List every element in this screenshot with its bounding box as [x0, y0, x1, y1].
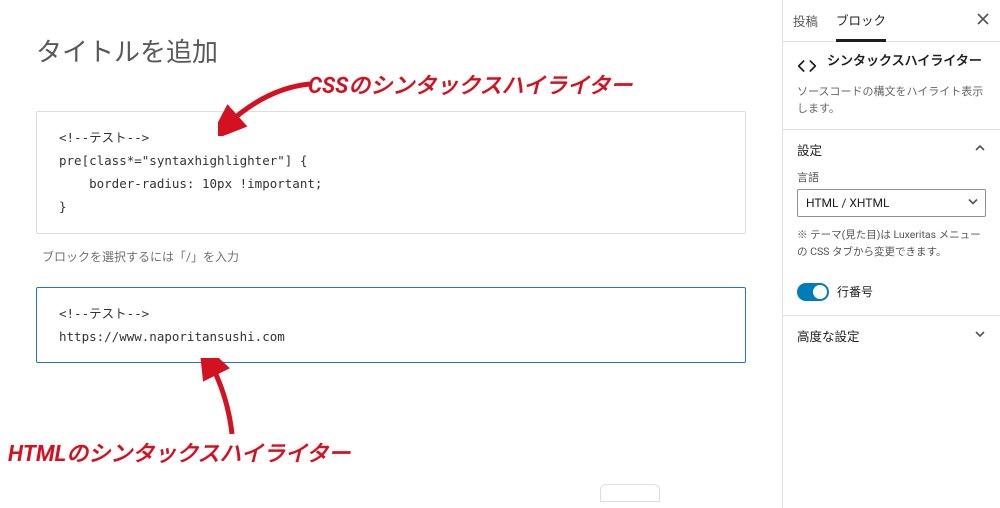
close-icon [976, 12, 990, 26]
language-select[interactable]: HTML / XHTML [797, 189, 986, 217]
code-line: <!--テスト--> [59, 130, 149, 145]
theme-note: ※ テーマ(見た目)は Luxeritas メニューの CSS タブから変更でき… [797, 227, 986, 261]
section-advanced-toggle[interactable]: 高度な設定 [783, 316, 1000, 355]
block-card: シンタックスハイライター [783, 42, 1000, 84]
code-block-css[interactable]: <!--テスト--> pre[class*="syntaxhighlighter… [36, 111, 746, 234]
close-sidebar-button[interactable] [976, 11, 990, 30]
code-line: border-radius: 10px !important; [59, 176, 322, 191]
block-appender-prompt[interactable]: ブロックを選択するには「/」を入力 [42, 248, 746, 265]
line-number-label: 行番号 [837, 283, 873, 300]
code-line: <!--テスト--> [59, 306, 149, 321]
code-line: https://www.naporitansushi.com [59, 329, 285, 344]
bottom-toolbar-stub [600, 484, 660, 502]
code-block-html[interactable]: <!--テスト--> https://www.naporitansushi.co… [36, 287, 746, 363]
section-settings-body: 言語 HTML / XHTML ※ テーマ(見た目)は Luxeritas メニ… [783, 169, 1000, 273]
block-description: ソースコードの構文をハイライト表示します。 [783, 84, 1000, 129]
annotation-html-label: HTMLのシンタックスハイライター [8, 436, 350, 468]
post-title-input[interactable]: タイトルを追加 [36, 32, 746, 69]
editor-canvas: タイトルを追加 <!--テスト--> pre[class*="syntaxhig… [0, 0, 782, 508]
chevron-down-icon [974, 328, 986, 343]
tab-block[interactable]: ブロック [836, 1, 886, 42]
code-line: pre[class*="syntaxhighlighter"] { [59, 153, 307, 168]
annotation-arrow-icon [218, 76, 318, 136]
section-settings-toggle[interactable]: 設定 [783, 130, 1000, 169]
annotation-css-label: CSSのシンタックスハイライター [308, 68, 632, 100]
annotation-arrow-icon [192, 358, 262, 438]
sidebar-tabs: 投稿 ブロック [783, 0, 1000, 42]
chevron-up-icon [974, 142, 986, 157]
language-select-value: HTML / XHTML [806, 196, 889, 210]
language-label: 言語 [797, 169, 986, 185]
section-settings-label: 設定 [797, 140, 822, 159]
line-number-row: 行番号 [783, 273, 1000, 315]
section-advanced-label: 高度な設定 [797, 326, 860, 345]
settings-sidebar: 投稿 ブロック シンタックスハイライター ソースコードの構文をハイライト表示しま… [782, 0, 1000, 508]
tab-post[interactable]: 投稿 [793, 0, 818, 41]
block-title: シンタックスハイライター [827, 54, 982, 71]
code-icon [797, 56, 817, 76]
chevron-down-icon [967, 196, 979, 211]
code-line: } [59, 199, 67, 214]
line-number-toggle[interactable] [797, 283, 829, 301]
